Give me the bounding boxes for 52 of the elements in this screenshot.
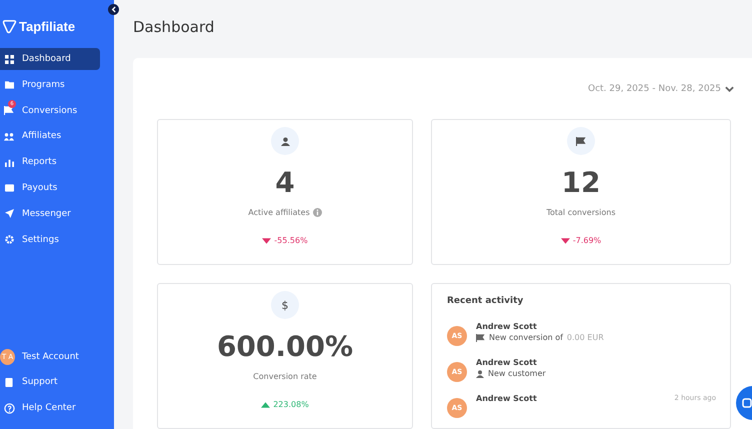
flag-icon bbox=[476, 334, 485, 342]
help-icon bbox=[4, 402, 14, 414]
stat-label: Total conversions bbox=[546, 208, 616, 217]
trend-change: 223.08% bbox=[261, 400, 309, 409]
trend-change: -55.56% bbox=[262, 236, 308, 245]
stat-label: Active affiliates bbox=[248, 208, 310, 217]
stat-value: 4 bbox=[275, 167, 295, 199]
stat-value: 600.00% bbox=[216, 331, 354, 363]
triangle-down-icon bbox=[262, 238, 272, 244]
user-icon bbox=[280, 136, 290, 146]
book-icon bbox=[5, 378, 13, 387]
nav-item[interactable]: Settings bbox=[0, 228, 100, 251]
stat-value: 12 bbox=[562, 167, 600, 199]
user-icon bbox=[476, 370, 484, 378]
wallet-icon bbox=[4, 184, 14, 192]
card-title: Recent activity bbox=[447, 296, 524, 306]
activity-name: Andrew Scott bbox=[476, 394, 537, 403]
chevron-down-icon bbox=[725, 86, 734, 92]
nav-item[interactable]: Affiliates bbox=[0, 125, 100, 148]
grid-icon bbox=[4, 54, 14, 64]
chart-icon bbox=[4, 158, 14, 167]
triangle-up-icon bbox=[261, 402, 270, 408]
nav-item[interactable]: Dashboard bbox=[0, 48, 100, 70]
trend-change: -7.69% bbox=[560, 236, 602, 245]
nav-item[interactable]: Messenger bbox=[0, 202, 100, 225]
chevron-left-icon bbox=[111, 6, 116, 13]
dollar-icon: $ bbox=[282, 298, 288, 312]
chat-icon bbox=[742, 398, 752, 408]
logo-icon bbox=[2, 18, 17, 34]
nav-item[interactable]: Reports bbox=[0, 151, 100, 174]
flag-icon bbox=[576, 136, 586, 146]
nav-item[interactable]: Payouts bbox=[0, 176, 100, 199]
logo-text: Tapfiliate bbox=[19, 18, 76, 34]
info-icon bbox=[312, 208, 322, 217]
date-range-picker[interactable]: Oct. 29, 2025 - Nov. 28, 2025 bbox=[588, 82, 734, 96]
users-icon bbox=[4, 132, 14, 141]
activity-amount: 0.00 EUR bbox=[566, 333, 604, 342]
activity-detail: New customer bbox=[488, 369, 546, 378]
activity-name: Andrew Scott bbox=[476, 358, 537, 367]
collapse-button[interactable] bbox=[108, 4, 119, 15]
activity-name: Andrew Scott bbox=[476, 322, 537, 331]
page-title: Dashboard bbox=[133, 18, 216, 38]
nav-item[interactable]: Programs bbox=[0, 74, 100, 96]
flag-icon bbox=[4, 106, 14, 116]
settings-icon bbox=[4, 235, 14, 244]
nav-item[interactable]: Help Center bbox=[0, 397, 100, 420]
send-icon bbox=[4, 209, 14, 218]
activity-detail: New conversion of bbox=[489, 333, 563, 342]
stat-label: Conversion rate bbox=[253, 372, 317, 381]
folder-icon bbox=[4, 80, 14, 89]
nav-item[interactable]: Support bbox=[0, 371, 100, 394]
triangle-down-icon bbox=[560, 238, 570, 244]
